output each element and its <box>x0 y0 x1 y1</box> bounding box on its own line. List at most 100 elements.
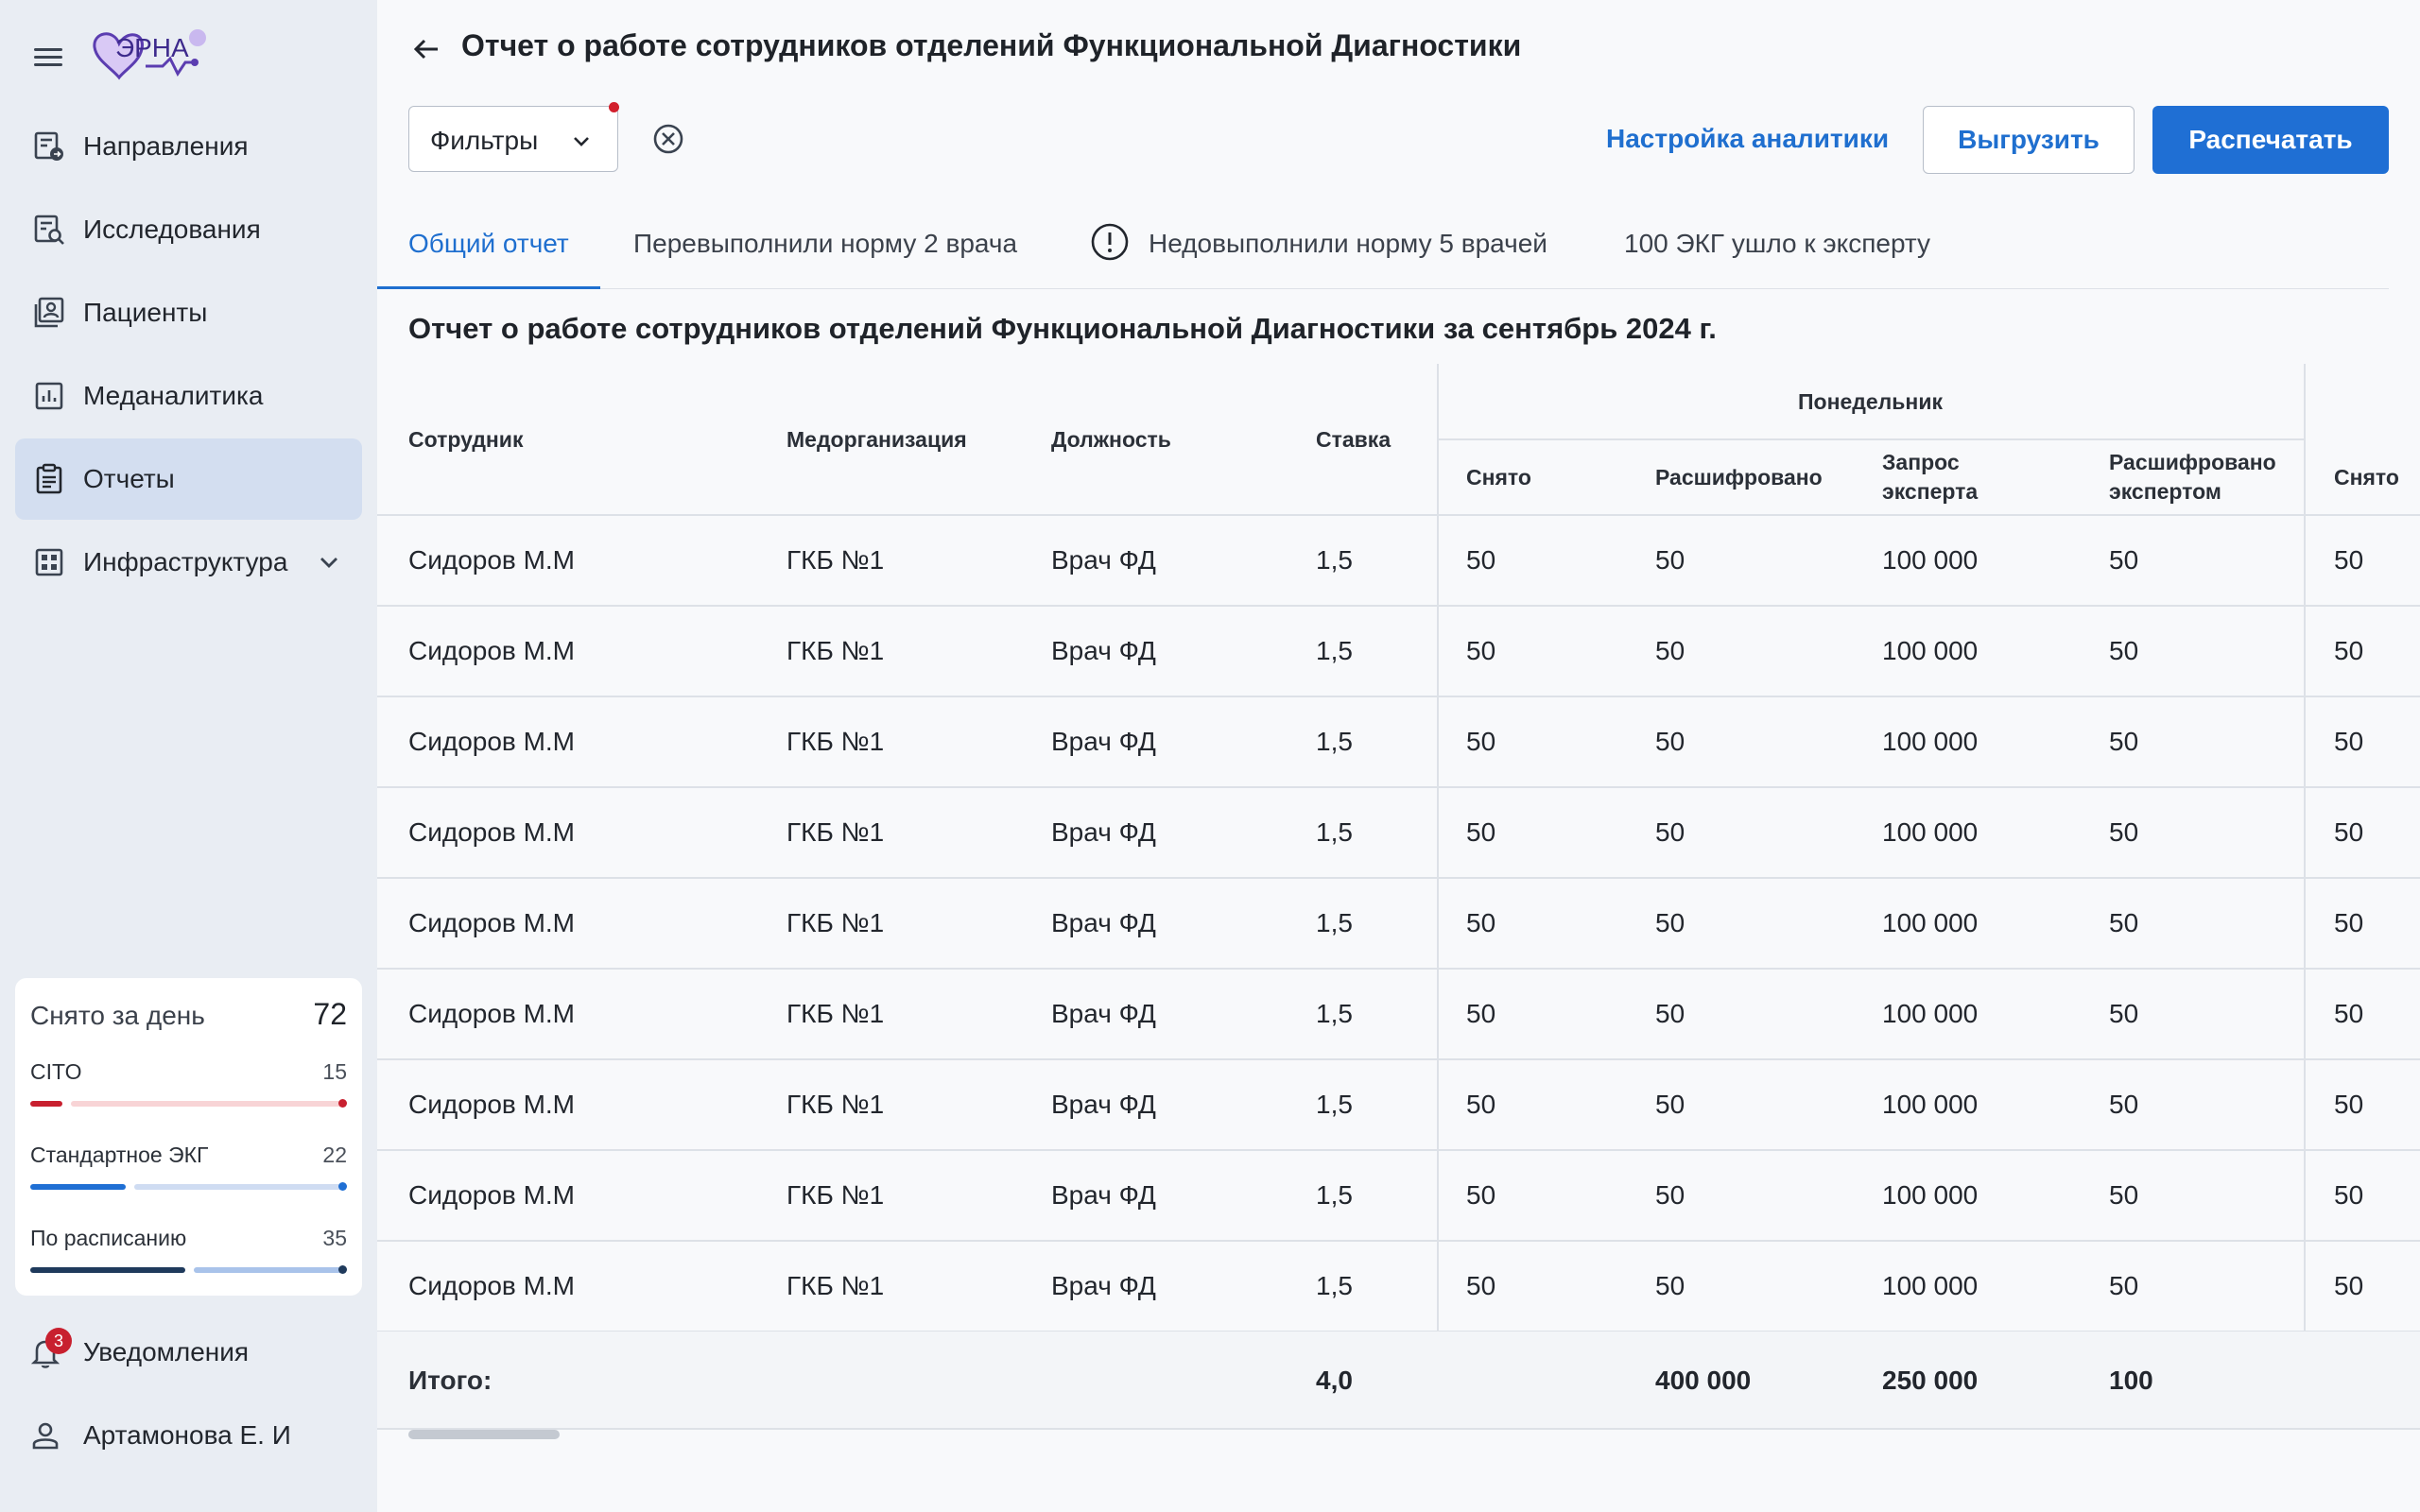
stat-dot <box>338 1099 347 1108</box>
sidebar-item-label: Исследования <box>83 215 261 244</box>
table-row[interactable]: Сидоров М.М ГКБ №1 Врач ФД 1,5 50 50 100 000 50… <box>377 1241 2420 1332</box>
cell-taken: 50 <box>1466 999 1496 1028</box>
column-header-decoded[interactable]: Расшифровано <box>1655 463 1823 492</box>
cell-position: Врач ФД <box>1051 908 1156 937</box>
sidebar-item-patients[interactable]: Пациенты <box>15 272 362 353</box>
cell-expert-decoded: 50 <box>2109 817 2139 847</box>
cell-taken: 50 <box>1466 727 1496 756</box>
cell-expert-request: 100 000 <box>1882 727 1979 756</box>
cell-rate: 1,5 <box>1316 727 1353 756</box>
tab-overfulfilled[interactable]: Перевыполнили норму 2 врача <box>633 214 1030 288</box>
sidebar-item-studies[interactable]: Исследования <box>15 189 362 270</box>
group-divider <box>1437 438 2304 440</box>
tab-sent-to-expert[interactable]: 100 ЭКГ ушло к эксперту <box>1624 214 1964 288</box>
sidebar-item-label: Меданалитика <box>83 381 264 410</box>
table-row[interactable]: Сидоров М.М ГКБ №1 Врач ФД 1,5 50 50 100 000 50… <box>377 606 2420 697</box>
notifications-button[interactable]: 3 Уведомления <box>28 1328 350 1376</box>
analytics-settings-button[interactable]: Настройка аналитики <box>1606 106 1889 172</box>
cell-employee: Сидоров М.М <box>408 1180 575 1210</box>
horizontal-scrollbar[interactable] <box>408 1430 560 1439</box>
cell-decoded: 50 <box>1655 545 1685 575</box>
stat-row-standard-ecg: Стандартное ЭКГ 22 <box>30 1143 347 1209</box>
column-header-expert-decoded[interactable]: Расшифровано экспертом <box>2109 448 2298 507</box>
export-button[interactable]: Выгрузить <box>1923 106 2135 174</box>
cell-taken: 50 <box>1466 908 1496 937</box>
stat-value: 35 <box>322 1226 347 1250</box>
totals-rate: 4,0 <box>1316 1366 1353 1395</box>
report-tabs: Общий отчет Перевыполнили норму 2 врача … <box>377 214 2389 289</box>
sidebar-item-referrals[interactable]: Направления <box>15 106 362 187</box>
column-header-taken[interactable]: Снято <box>1466 463 1531 492</box>
cell-expert-request: 100 000 <box>1882 1271 1979 1300</box>
table-row[interactable]: Сидоров М.М ГКБ №1 Врач ФД 1,5 50 50 100 000 50… <box>377 787 2420 879</box>
cell-decoded: 50 <box>1655 1180 1685 1210</box>
cell-decoded: 50 <box>1655 908 1685 937</box>
column-header-position[interactable]: Должность <box>1051 425 1171 455</box>
table-row[interactable]: Сидоров М.М ГКБ №1 Врач ФД 1,5 50 50 100 000 50… <box>377 515 2420 607</box>
cell-position: Врач ФД <box>1051 636 1156 665</box>
stat-dot <box>338 1265 347 1274</box>
column-header-next-taken[interactable]: Снято <box>2334 463 2399 492</box>
tab-label: Перевыполнили норму 2 врача <box>633 229 1018 258</box>
svg-text:ЭРНА: ЭРНА <box>115 33 189 62</box>
clear-filters-icon[interactable] <box>651 122 685 156</box>
main-content: Отчет о работе сотрудников отделений Фун… <box>377 0 2420 1512</box>
table-row[interactable]: Сидоров М.М ГКБ №1 Врач ФД 1,5 50 50 100 000 50… <box>377 696 2420 788</box>
cell-position: Врач ФД <box>1051 727 1156 756</box>
cell-next-taken: 50 <box>2334 727 2364 756</box>
cell-rate: 1,5 <box>1316 545 1353 575</box>
cell-expert-decoded: 50 <box>2109 999 2139 1028</box>
cell-expert-decoded: 50 <box>2109 636 2139 665</box>
notifications-label: Уведомления <box>83 1337 250 1366</box>
cell-next-taken: 50 <box>2334 1180 2364 1210</box>
warning-icon <box>1091 223 1129 261</box>
table-row[interactable]: Сидоров М.М ГКБ №1 Врач ФД 1,5 50 50 100 000 50… <box>377 1059 2420 1151</box>
sidebar-item-label: Инфраструктура <box>83 547 288 576</box>
cell-org: ГКБ №1 <box>786 1271 885 1300</box>
filters-dropdown[interactable]: Фильтры <box>408 102 619 172</box>
cell-expert-decoded: 50 <box>2109 1271 2139 1300</box>
tab-general-report[interactable]: Общий отчет <box>377 214 600 289</box>
cell-expert-decoded: 50 <box>2109 908 2139 937</box>
cell-employee: Сидоров М.М <box>408 1090 575 1119</box>
stat-row-cito: CITO 15 <box>30 1059 347 1125</box>
sidebar-item-reports[interactable]: Отчеты <box>15 438 362 520</box>
tab-underfulfilled[interactable]: Недовыполнили норму 5 врачей <box>1090 214 1563 288</box>
column-header-org[interactable]: Медорганизация <box>786 425 967 455</box>
user-icon <box>28 1418 62 1452</box>
table-row[interactable]: Сидоров М.М ГКБ №1 Врач ФД 1,5 50 50 100 000 50… <box>377 969 2420 1060</box>
cell-expert-request: 100 000 <box>1882 1180 1979 1210</box>
cell-decoded: 50 <box>1655 1090 1685 1119</box>
chevron-down-icon[interactable] <box>317 550 341 575</box>
menu-icon[interactable] <box>32 42 64 74</box>
cell-position: Врач ФД <box>1051 1090 1156 1119</box>
column-header-employee[interactable]: Сотрудник <box>408 425 523 455</box>
cell-decoded: 50 <box>1655 1271 1685 1300</box>
user-profile-button[interactable]: Артамонова Е. И <box>28 1412 350 1459</box>
cell-position: Врач ФД <box>1051 545 1156 575</box>
column-header-expert-request[interactable]: Запрос эксперта <box>1882 448 2005 507</box>
cell-decoded: 50 <box>1655 999 1685 1028</box>
sidebar: ЭРНА Направления Исследования Пациенты М… <box>0 0 377 1512</box>
cell-rate: 1,5 <box>1316 999 1353 1028</box>
stat-row-scheduled: По расписанию 35 <box>30 1226 347 1292</box>
app-logo[interactable]: ЭРНА <box>87 25 219 87</box>
column-header-rate[interactable]: Ставка <box>1316 425 1391 455</box>
studies-icon <box>34 215 64 245</box>
back-arrow-icon[interactable] <box>409 32 443 66</box>
cell-decoded: 50 <box>1655 817 1685 847</box>
cell-org: ГКБ №1 <box>786 545 885 575</box>
stats-title: Снято за день <box>30 1001 205 1030</box>
cell-org: ГКБ №1 <box>786 636 885 665</box>
totals-row: Итого: 4,0 400 000 250 000 100 <box>377 1332 2420 1430</box>
table-row[interactable]: Сидоров М.М ГКБ №1 Врач ФД 1,5 50 50 100 000 50… <box>377 1150 2420 1242</box>
patients-icon <box>34 297 64 328</box>
cell-decoded: 50 <box>1655 636 1685 665</box>
report-table: Сотрудник Медорганизация Должность Ставк… <box>377 364 2420 1430</box>
print-button[interactable]: Распечатать <box>2152 106 2389 174</box>
table-row[interactable]: Сидоров М.М ГКБ №1 Врач ФД 1,5 50 50 100 000 50… <box>377 878 2420 970</box>
cell-org: ГКБ №1 <box>786 1090 885 1119</box>
sidebar-item-analytics[interactable]: Меданалитика <box>15 355 362 437</box>
cell-expert-decoded: 50 <box>2109 1090 2139 1119</box>
sidebar-item-infrastructure[interactable]: Инфраструктура <box>15 522 362 603</box>
